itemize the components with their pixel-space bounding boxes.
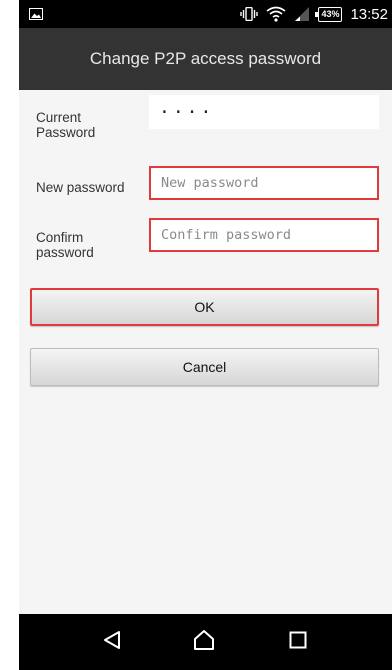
vibrate-icon	[240, 7, 259, 21]
status-bar: 43% 13:52	[19, 0, 392, 28]
new-password-input[interactable]	[149, 166, 379, 200]
phone-screen: 43% 13:52 Change P2P access password Cur…	[19, 0, 392, 670]
image-notification-icon	[29, 7, 43, 20]
recents-icon	[289, 631, 307, 654]
battery-icon: 43%	[315, 6, 343, 22]
back-icon	[102, 630, 122, 655]
new-password-label: New password	[36, 180, 125, 195]
current-password-input[interactable]	[149, 95, 379, 129]
navigation-bar	[19, 614, 392, 670]
page-title: Change P2P access password	[89, 49, 322, 68]
status-icons: 43% 13:52	[240, 0, 388, 28]
recents-button[interactable]	[268, 614, 328, 670]
home-button[interactable]	[174, 614, 234, 670]
wifi-icon	[266, 6, 286, 22]
battery-level: 43%	[321, 8, 340, 19]
current-password-label: Current Password	[36, 110, 96, 140]
signal-icon	[294, 7, 310, 21]
back-button[interactable]	[82, 614, 142, 670]
ok-button[interactable]: OK	[30, 288, 379, 326]
confirm-password-label: Confirm password	[36, 230, 94, 260]
home-icon	[192, 629, 216, 656]
title-bar: Change P2P access password	[19, 28, 392, 90]
cancel-button[interactable]: Cancel	[30, 348, 379, 386]
confirm-password-input[interactable]	[149, 218, 379, 252]
status-clock: 13:52	[350, 5, 388, 23]
